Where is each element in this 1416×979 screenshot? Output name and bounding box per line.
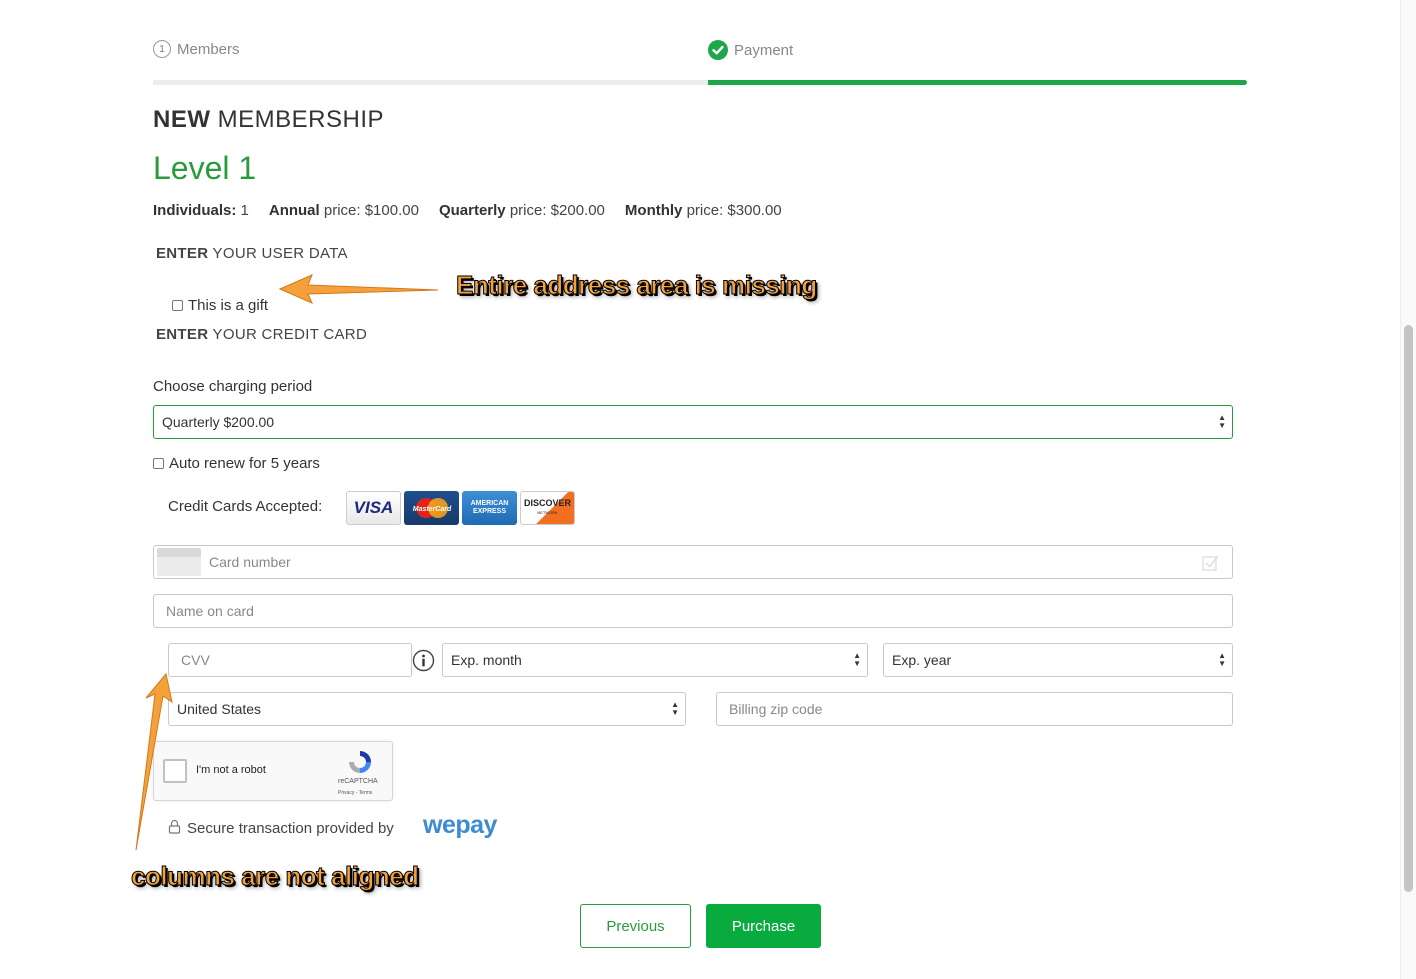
charging-period-label: Choose charging period: [153, 378, 313, 395]
exp-year-value: Exp. year: [892, 652, 952, 668]
discover-logo: DISCOVER NETWORK: [520, 491, 575, 525]
secure-transaction-text: Secure transaction provided by: [187, 820, 394, 837]
gift-option[interactable]: This is a gift: [172, 297, 268, 314]
select-arrows-icon: ▲ ▼: [671, 700, 679, 717]
cvv-input[interactable]: CVV: [168, 643, 412, 677]
name-on-card-input[interactable]: Name on card: [153, 594, 1233, 628]
step-label: Members: [177, 40, 240, 58]
previous-button[interactable]: Previous: [580, 904, 691, 948]
card-number-input[interactable]: Card number: [153, 545, 1233, 579]
page-title: NEW MEMBERSHIP: [153, 106, 385, 133]
billing-zip-placeholder: Billing zip code: [729, 701, 823, 717]
country-value: United States: [177, 701, 262, 717]
cards-accepted-label: Credit Cards Accepted:: [168, 498, 323, 515]
charging-period-value: Quarterly $200.00: [162, 414, 275, 430]
auto-renew-option[interactable]: Auto renew for 5 years: [153, 455, 320, 472]
checkmark-box-icon: [1202, 555, 1219, 571]
wepay-logo: wepay: [423, 811, 497, 839]
country-select[interactable]: United States ▲ ▼: [168, 692, 686, 726]
card-number-placeholder: Card number: [209, 554, 291, 570]
discover-subtext: NETWORK: [537, 510, 558, 515]
gift-checkbox[interactable]: [172, 300, 183, 311]
auto-renew-label: Auto renew for 5 years: [169, 455, 320, 472]
gift-label: This is a gift: [188, 297, 269, 314]
check-circle-icon: [708, 40, 728, 60]
select-arrows-icon: ▲ ▼: [1218, 413, 1226, 430]
recaptcha-brand: reCAPTCHA: [338, 778, 378, 785]
progress-track: [153, 80, 708, 85]
annotation-arrow-icon: [278, 274, 439, 304]
progress-fill: [708, 80, 1247, 85]
mastercard-text: MasterCard: [412, 506, 451, 513]
exp-month-select[interactable]: Exp. month ▲ ▼: [442, 643, 868, 677]
name-on-card-placeholder: Name on card: [166, 603, 254, 619]
charging-period-select[interactable]: Quarterly $200.00 ▲ ▼: [153, 405, 1233, 439]
info-icon[interactable]: [412, 649, 435, 672]
mastercard-logo: MasterCard: [404, 491, 459, 525]
discover-text: DISCOVER: [523, 498, 571, 508]
level-name: Level 1: [153, 150, 257, 186]
recaptcha-logo-icon: [349, 751, 371, 773]
recaptcha-widget: I'm not a robot reCAPTCHA Privacy - Term…: [153, 741, 393, 801]
step-label: Payment: [734, 41, 794, 59]
recaptcha-links[interactable]: Privacy - Terms: [338, 790, 372, 796]
price-summary: Individuals: 1 Annual price: $100.00 Qua…: [153, 202, 782, 219]
auto-renew-checkbox[interactable]: [153, 458, 164, 469]
step-members[interactable]: 1 Members: [153, 40, 240, 58]
scrollbar-thumb[interactable]: [1404, 325, 1413, 892]
cvv-placeholder: CVV: [181, 652, 210, 668]
annotation-arrow-icon: [135, 672, 173, 851]
select-arrows-icon: ▲ ▼: [853, 651, 861, 668]
step-payment[interactable]: Payment: [708, 40, 793, 60]
mastercard-circles-icon: MasterCard: [412, 498, 451, 518]
annotation-columns: columns are not aligned: [131, 861, 420, 892]
user-data-heading: ENTER YOUR USER DATA: [156, 245, 348, 262]
exp-month-value: Exp. month: [451, 652, 522, 668]
billing-zip-input[interactable]: Billing zip code: [716, 692, 1233, 726]
purchase-button[interactable]: Purchase: [706, 904, 821, 948]
select-arrows-icon: ▲ ▼: [1218, 651, 1226, 668]
exp-year-select[interactable]: Exp. year ▲ ▼: [883, 643, 1233, 677]
step-number: 1: [153, 40, 171, 58]
annotation-address-missing: Entire address area is missing: [456, 270, 818, 301]
amex-logo: AMERICAN EXPRESS: [462, 491, 517, 525]
visa-logo: VISA: [346, 491, 401, 525]
credit-card-heading: ENTER YOUR CREDIT CARD: [156, 326, 368, 343]
card-brand-icon: [157, 548, 201, 576]
recaptcha-label: I'm not a robot: [196, 764, 266, 776]
